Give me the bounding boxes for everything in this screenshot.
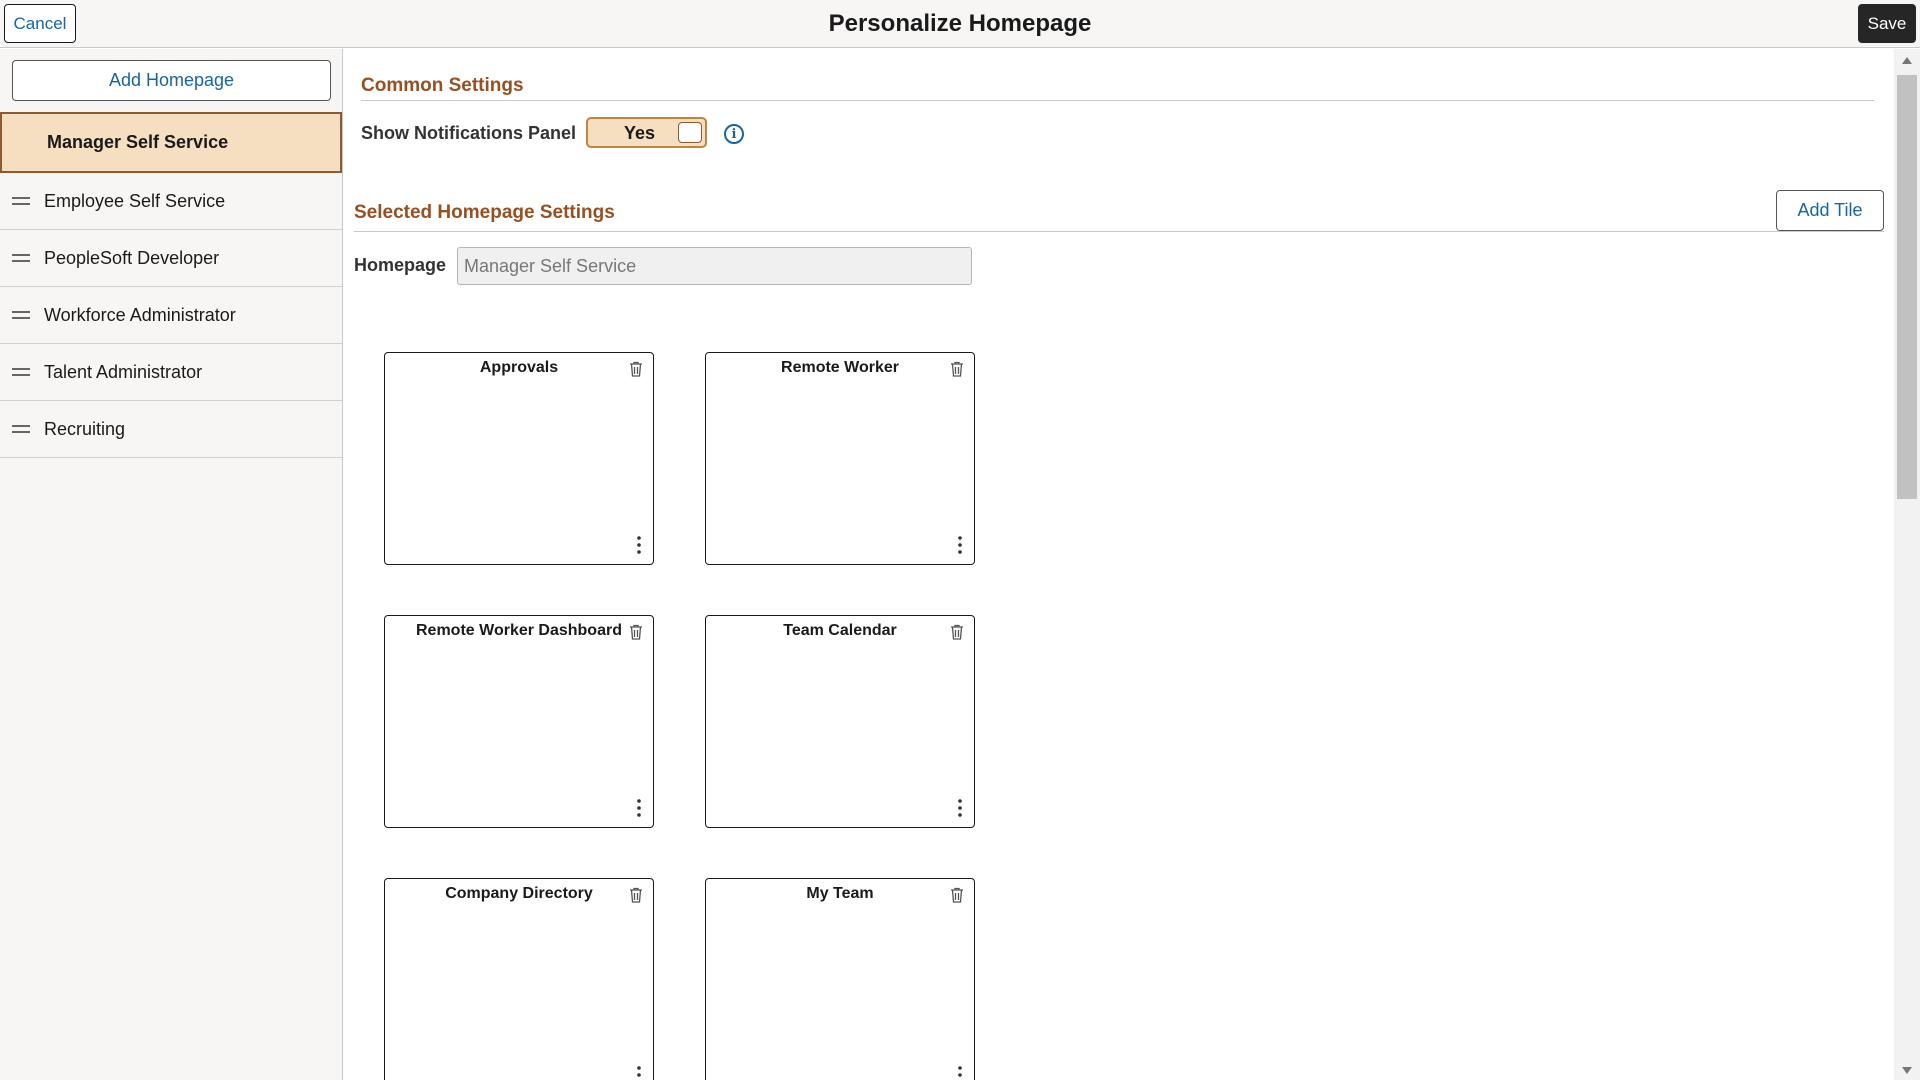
trash-icon[interactable]: [950, 361, 964, 377]
selected-homepage-settings-title: Selected Homepage Settings: [354, 202, 615, 223]
tile-my-team[interactable]: My Team: [705, 878, 975, 1080]
sidebar-item-label: PeopleSoft Developer: [44, 247, 220, 268]
notifications-panel-label: Show Notifications Panel: [361, 123, 577, 143]
more-options-icon[interactable]: [637, 536, 641, 554]
toggle-knob: [678, 122, 702, 143]
save-button[interactable]: Save: [1858, 4, 1916, 43]
more-options-icon[interactable]: [958, 1066, 962, 1080]
sidebar-item-talent-administrator[interactable]: Talent Administrator: [0, 344, 342, 401]
tile-title: Remote Worker Dashboard: [416, 622, 622, 639]
sidebar-item-recruiting[interactable]: Recruiting: [0, 401, 342, 458]
drag-handle-icon[interactable]: [12, 197, 30, 205]
sidebar-item-employee-self-service[interactable]: Employee Self Service: [0, 173, 342, 230]
sidebar-item-label: Workforce Administrator: [44, 304, 236, 325]
tile-title: Remote Worker: [781, 359, 899, 376]
section-divider: [361, 100, 1874, 101]
notifications-toggle[interactable]: Yes: [586, 117, 707, 148]
toggle-value: Yes: [624, 123, 656, 143]
more-options-icon[interactable]: [958, 799, 962, 817]
sidebar-item-workforce-administrator[interactable]: Workforce Administrator: [0, 287, 342, 344]
page-title: Personalize Homepage: [828, 10, 1092, 37]
trash-icon[interactable]: [629, 361, 643, 377]
info-icon[interactable]: i: [724, 124, 744, 144]
tile-title: My Team: [806, 885, 874, 902]
homepage-field-label: Homepage: [354, 255, 447, 275]
drag-handle-icon[interactable]: [12, 425, 30, 433]
drag-handle-icon[interactable]: [12, 311, 30, 319]
sidebar-item-label: Talent Administrator: [44, 361, 203, 382]
tile-title: Team Calendar: [783, 622, 897, 639]
tile-remote-worker[interactable]: Remote Worker: [705, 352, 975, 565]
add-tile-button[interactable]: Add Tile: [1776, 190, 1884, 231]
more-options-icon[interactable]: [637, 1066, 641, 1080]
sidebar-item-label: Manager Self Service: [47, 132, 229, 152]
trash-icon[interactable]: [629, 624, 643, 640]
trash-icon[interactable]: [950, 887, 964, 903]
tile-team-calendar[interactable]: Team Calendar: [705, 615, 975, 828]
common-settings-title: Common Settings: [361, 75, 524, 96]
vertical-scrollbar[interactable]: [1894, 49, 1920, 1080]
more-options-icon[interactable]: [958, 536, 962, 554]
sidebar-item-label: Recruiting: [44, 418, 126, 439]
tile-remote-worker-dashboard[interactable]: Remote Worker Dashboard: [384, 615, 654, 828]
more-options-icon[interactable]: [637, 799, 641, 817]
scroll-down-arrow-icon[interactable]: [1902, 1067, 1912, 1074]
homepage-sidebar: Add Homepage Manager Self Service Employ…: [0, 49, 343, 1080]
sidebar-item-manager-self-service[interactable]: Manager Self Service: [0, 112, 342, 173]
scrollbar-thumb[interactable]: [1897, 75, 1917, 499]
homepage-name-field[interactable]: [457, 247, 972, 285]
scroll-up-arrow-icon[interactable]: [1902, 57, 1912, 64]
main-content: Common Settings Show Notifications Panel…: [344, 49, 1894, 1080]
cancel-button[interactable]: Cancel: [4, 4, 76, 43]
sidebar-item-label: Employee Self Service: [44, 190, 226, 211]
trash-icon[interactable]: [950, 624, 964, 640]
header-bar: Personalize Homepage Cancel Save: [0, 0, 1920, 48]
section-divider: [354, 231, 1884, 232]
tile-title: Approvals: [479, 359, 559, 376]
trash-icon[interactable]: [629, 887, 643, 903]
drag-handle-icon[interactable]: [12, 368, 30, 376]
sidebar-item-peoplesoft-developer[interactable]: PeopleSoft Developer: [0, 230, 342, 287]
add-homepage-button[interactable]: Add Homepage: [12, 60, 331, 101]
tile-approvals[interactable]: Approvals: [384, 352, 654, 565]
drag-handle-icon[interactable]: [12, 254, 30, 262]
homepage-list: Manager Self Service Employee Self Servi…: [0, 112, 342, 458]
tile-company-directory[interactable]: Company Directory: [384, 878, 654, 1080]
tile-title: Company Directory: [445, 885, 593, 902]
